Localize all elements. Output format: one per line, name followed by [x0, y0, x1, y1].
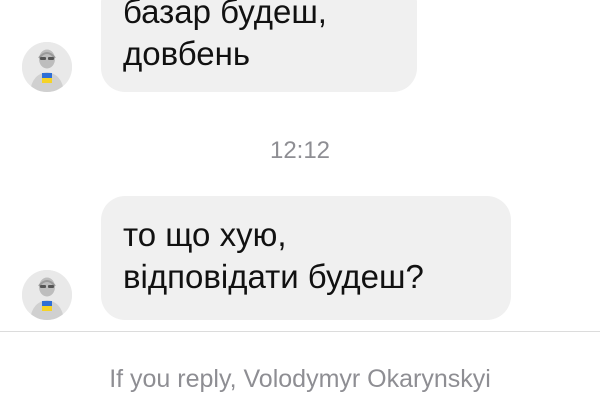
- message-text-line: базар будеш,: [123, 0, 327, 30]
- message-bubble[interactable]: то що хую, відповідати будеш?: [101, 196, 511, 320]
- avatar-photo-icon: [22, 42, 72, 92]
- message-thread: базар будеш, довбень 12:12 то що хую, ві…: [0, 0, 600, 330]
- message-text-line: відповідати будеш?: [123, 258, 424, 295]
- message-text-line: то що хую,: [123, 216, 287, 253]
- message-text-line: довбень: [123, 35, 251, 72]
- reply-notice-text: If you reply, Volodymyr Okarynskyi: [109, 365, 491, 393]
- sender-avatar[interactable]: [22, 42, 72, 92]
- reply-notice-footer: If you reply, Volodymyr Okarynskyi: [0, 332, 600, 400]
- avatar-photo-icon: [22, 270, 72, 320]
- message-timestamp: 12:12: [269, 137, 331, 164]
- sender-avatar[interactable]: [22, 270, 72, 320]
- message-bubble[interactable]: базар будеш, довбень: [101, 0, 417, 92]
